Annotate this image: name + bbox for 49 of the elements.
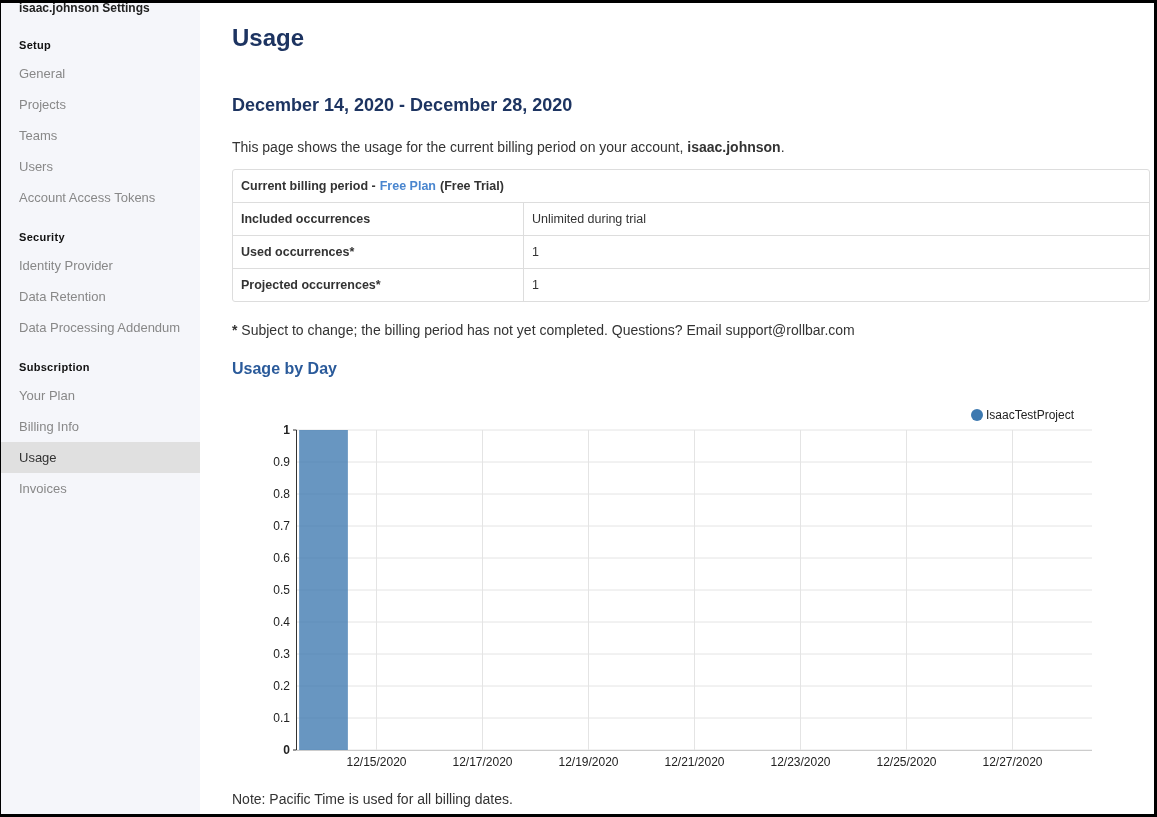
y-tick-label: 0.5 <box>273 583 290 597</box>
intro-text: This page shows the usage for the current billing period on your account, isaac.johnson. <box>232 138 786 157</box>
section-heading: Security <box>18 230 66 245</box>
x-tick-label: 12/17/2020 <box>452 755 513 769</box>
y-tick-label: 0.6 <box>273 551 290 565</box>
sidebar-item[interactable]: Users <box>1 151 200 182</box>
footnote-text: * Subject to change; the billing period has not yet completed. Questions? Email support@rollbar.com <box>232 321 856 340</box>
sidebar-item[interactable]: Your Plan <box>1 380 200 411</box>
y-tick-label: 0.7 <box>273 519 290 533</box>
note-text: Note: Pacific Time is used for all billing dates. <box>232 791 514 807</box>
section-heading: Subscription <box>18 360 91 375</box>
sidebar-title: isaac.johnson Settings <box>18 3 151 15</box>
chart-title: Usage by Day <box>232 359 338 379</box>
y-tick-label: 0.1 <box>273 711 290 725</box>
y-tick-label: 0.4 <box>273 615 290 629</box>
sidebar-item[interactable]: Account Access Tokens <box>1 182 200 213</box>
y-tick-label: 0.2 <box>273 679 290 693</box>
y-tick-label: 1 <box>283 423 290 437</box>
sidebar-item[interactable]: Teams <box>1 120 200 151</box>
sidebar-item[interactable]: Identity Provider <box>1 250 200 281</box>
table-cell-text: 1 <box>531 245 540 259</box>
table-cell: Included occurrences <box>233 203 524 235</box>
x-tick-label: 12/27/2020 <box>982 755 1043 769</box>
sidebar-item[interactable]: Billing Info <box>1 411 200 442</box>
period-heading: December 14, 2020 - December 28, 2020 <box>232 94 574 117</box>
sidebar-item[interactable]: Projects <box>1 89 200 120</box>
x-tick-label: 12/15/2020 <box>346 755 407 769</box>
table-cell: Projected occurrences* <box>233 269 524 301</box>
sidebar-item[interactable]: General <box>1 58 200 89</box>
table-header: Current billing period - Free Plan (Free Trial) <box>240 179 505 193</box>
section-heading: Setup <box>18 38 53 53</box>
x-tick-label: 12/19/2020 <box>558 755 619 769</box>
x-tick-label: 12/23/2020 <box>770 755 831 769</box>
y-tick-label: 0 <box>283 743 290 757</box>
table-cell-text: 1 <box>531 278 540 292</box>
table-cell: Used occurrences* <box>233 236 524 268</box>
sidebar-item[interactable]: Invoices <box>1 473 200 504</box>
y-tick-label: 0.3 <box>273 647 290 661</box>
sidebar-item[interactable]: Data Retention <box>1 281 200 312</box>
x-tick-label: 12/21/2020 <box>664 755 725 769</box>
x-tick-label: 12/25/2020 <box>876 755 937 769</box>
table-cell-text: Unlimited during trial <box>531 212 647 226</box>
legend-label[interactable]: IsaacTestProject <box>986 408 1075 422</box>
plan-link[interactable]: Free Plan <box>379 179 436 193</box>
page-title: Usage <box>232 23 306 53</box>
y-tick-label: 0.9 <box>273 455 290 469</box>
y-tick-label: 0.8 <box>273 487 290 501</box>
sidebar-item[interactable]: Usage <box>1 442 200 473</box>
sidebar-item[interactable]: Data Processing Addendum <box>1 312 200 343</box>
